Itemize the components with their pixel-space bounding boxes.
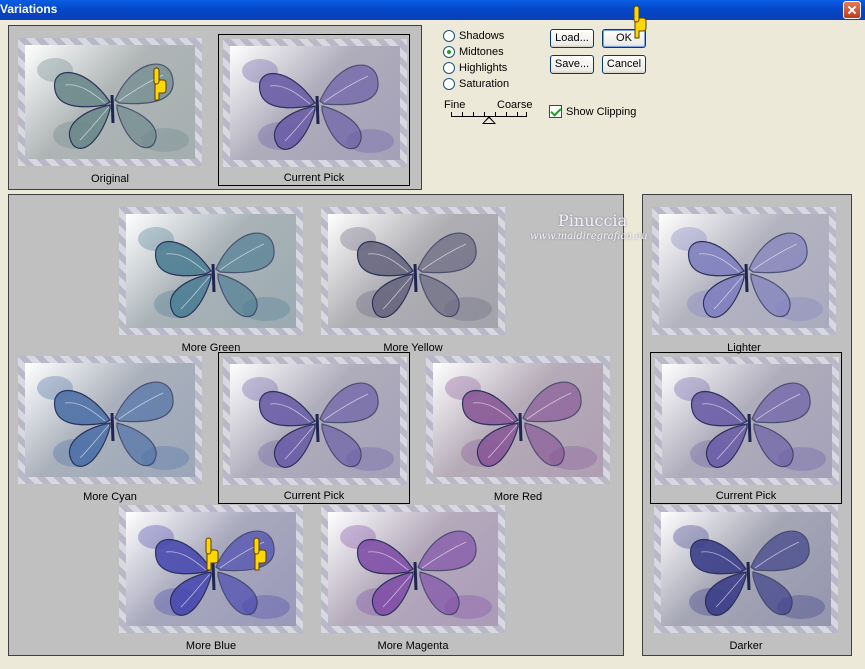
butterfly-image: [445, 376, 597, 470]
image-more-magenta[interactable]: [321, 505, 505, 633]
image-more-yellow[interactable]: [321, 207, 505, 335]
slider-tick: [473, 112, 474, 117]
butterfly-image: [242, 59, 394, 153]
watermark-url: www.maidiregrafica.eu: [530, 231, 648, 242]
thumb-more-blue[interactable]: More Blue: [115, 501, 307, 653]
slider-tick: [462, 112, 463, 117]
butterfly-image: [671, 227, 823, 321]
caption-original: Original: [91, 173, 129, 185]
pointing-hand-icon: [633, 5, 647, 39]
butterfly-image: [340, 227, 492, 321]
thumb-current-top: Current Pick: [218, 34, 410, 186]
radio-highlights-dot[interactable]: [443, 61, 455, 74]
image-more-cyan[interactable]: [18, 356, 202, 484]
thumb-more-magenta[interactable]: More Magenta: [317, 501, 509, 653]
close-icon[interactable]: [843, 1, 861, 19]
image-original: [18, 38, 202, 166]
image-lighter[interactable]: [652, 207, 836, 335]
radio-saturation[interactable]: Saturation: [443, 76, 509, 91]
butterfly-image: [674, 377, 826, 471]
butterfly-image: [340, 525, 492, 619]
image-more-green[interactable]: [119, 207, 303, 335]
slider-thumb[interactable]: [482, 116, 496, 124]
radio-midtones-dot[interactable]: [443, 45, 455, 58]
radio-highlights[interactable]: Highlights: [443, 60, 507, 75]
thumb-more-green[interactable]: More Green: [115, 203, 307, 355]
radio-midtones[interactable]: Midtones: [443, 44, 504, 59]
pointing-hand-icon: [153, 67, 167, 101]
butterfly-image: [138, 227, 290, 321]
cancel-button[interactable]: Cancel: [602, 55, 646, 74]
radio-shadows[interactable]: Shadows: [443, 28, 504, 43]
radio-shadows-dot[interactable]: [443, 29, 455, 42]
radio-shadows-label: Shadows: [459, 29, 505, 42]
radio-saturation-label: Saturation: [459, 77, 510, 90]
slider-tick: [517, 112, 518, 117]
thumb-more-yellow[interactable]: More Yellow: [317, 203, 509, 355]
radio-highlights-label: Highlights: [459, 61, 508, 74]
thumb-more-red[interactable]: More Red: [422, 352, 614, 504]
radio-saturation-dot[interactable]: [443, 77, 455, 90]
pointing-hand-icon: [253, 537, 267, 571]
caption-more-magenta: More Magenta: [377, 640, 449, 652]
caption-current-top: Current Pick: [283, 172, 345, 184]
caption-more-blue: More Blue: [185, 640, 237, 652]
window-title: Variations: [0, 2, 58, 16]
slider-fine-label: Fine: [444, 99, 466, 111]
show-clipping-label: Show Clipping: [566, 105, 637, 118]
pointing-hand-icon: [205, 537, 219, 571]
caption-darker: Darker: [729, 640, 763, 652]
radio-midtones-label: Midtones: [459, 45, 504, 58]
title-bar: Variations: [0, 0, 865, 20]
thumb-original: Original: [14, 34, 206, 186]
thumb-current-pick[interactable]: Current Pick: [218, 352, 410, 504]
image-lightness-current[interactable]: [655, 357, 839, 485]
butterfly-image: [37, 376, 189, 470]
slider-tick: [451, 112, 452, 117]
save-button[interactable]: Save...: [550, 55, 594, 74]
thumb-lightness-current[interactable]: Current Pick: [650, 352, 842, 504]
slider-tick: [526, 112, 527, 117]
thumb-darker[interactable]: Darker: [650, 501, 842, 653]
show-clipping[interactable]: Show Clipping: [549, 105, 636, 118]
show-clipping-checkbox[interactable]: [549, 105, 562, 118]
watermark-name: Pinuccia: [558, 211, 628, 230]
slider-coarse-label: Coarse: [497, 99, 533, 111]
image-more-red[interactable]: [426, 356, 610, 484]
butterfly-image: [37, 58, 189, 152]
slider-tick: [506, 112, 507, 117]
thumb-more-cyan[interactable]: More Cyan: [14, 352, 206, 504]
load-button[interactable]: Load...: [550, 29, 594, 48]
image-current-top: [223, 39, 407, 167]
thumb-lighter[interactable]: Lighter: [648, 203, 840, 355]
butterfly-image: [242, 377, 394, 471]
butterfly-image: [673, 525, 825, 619]
image-darker[interactable]: [654, 505, 838, 633]
image-current-pick[interactable]: [223, 357, 407, 485]
